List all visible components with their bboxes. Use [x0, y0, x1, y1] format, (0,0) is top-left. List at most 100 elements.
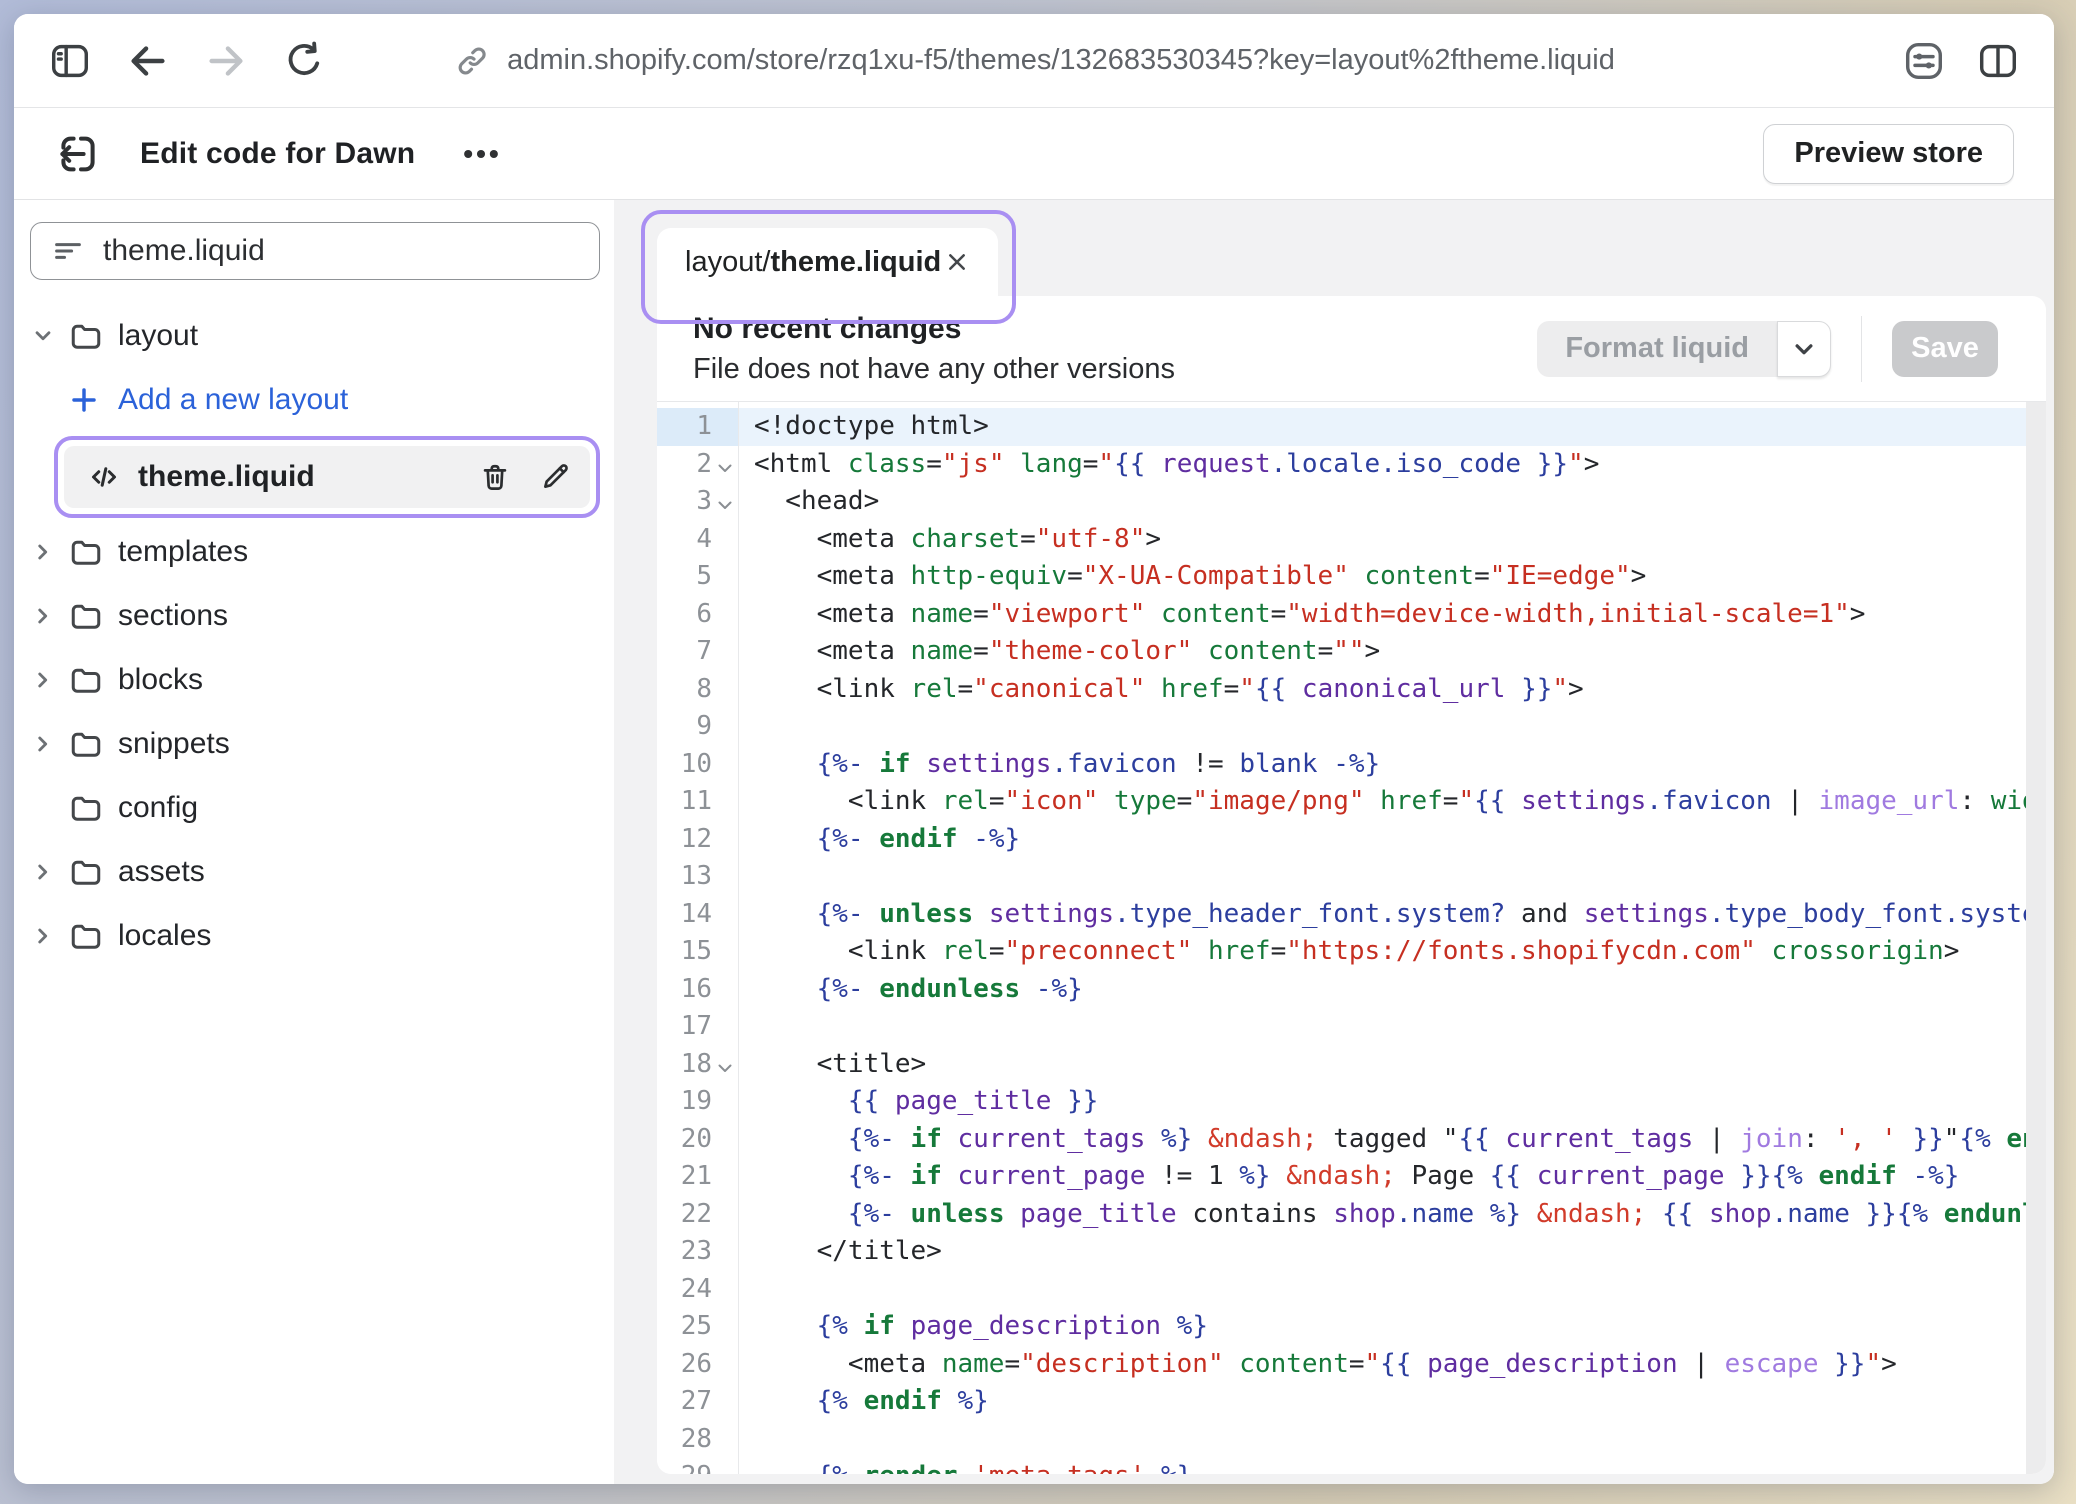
code-line: 23 </title> [657, 1233, 2046, 1271]
tab-path-label: layout/ [685, 246, 770, 279]
format-liquid-button[interactable]: Format liquid [1537, 321, 1777, 377]
editor-card: No recent changes File does not have any… [657, 296, 2046, 1474]
delete-file-icon[interactable] [478, 460, 512, 494]
code-line: 4 <meta charset="utf-8"> [657, 521, 2046, 559]
line-number: 6 [657, 596, 712, 634]
folder-item-layout[interactable]: layout [30, 308, 600, 364]
chevron-right-icon[interactable] [30, 923, 68, 949]
code-text: <meta charset="utf-8"> [738, 521, 2046, 559]
folder-icon [68, 318, 114, 354]
browser-window: admin.shopify.com/store/rzq1xu-f5/themes… [14, 14, 2054, 1484]
fold-chevron-icon[interactable] [712, 446, 738, 484]
format-options-dropdown[interactable] [1777, 321, 1831, 377]
chevron-right-icon[interactable] [30, 731, 68, 757]
code-line: 21 {%- if current_page != 1 %} &ndash; P… [657, 1158, 2046, 1196]
tree-item-label: Add a new layout [118, 383, 348, 417]
folder-item-snippets[interactable]: snippets [30, 716, 600, 772]
code-line: 7 <meta name="theme-color" content=""> [657, 633, 2046, 671]
exit-editor-icon[interactable] [54, 130, 102, 178]
line-number: 21 [657, 1158, 712, 1196]
file-tree: layout Add a new layout theme.liquid templa… [30, 308, 600, 964]
code-text: <html class="js" lang="{{ request.locale… [738, 446, 2046, 484]
tab-strip: layout/theme.liquid [614, 200, 2054, 296]
code-line: 10 {%- if settings.favicon != blank -%} [657, 746, 2046, 784]
forward-button-icon[interactable] [200, 35, 252, 87]
code-line: 14 {%- unless settings.type_header_font.… [657, 896, 2046, 934]
code-line: 8 <link rel="canonical" href="{{ canonic… [657, 671, 2046, 709]
plus-icon [68, 384, 114, 416]
code-line: 28 [657, 1421, 2046, 1459]
line-number: 3 [657, 483, 712, 521]
folder-item-sections[interactable]: sections [30, 588, 600, 644]
browser-settings-icon[interactable] [1898, 35, 1950, 87]
tree-item-label: config [118, 791, 198, 825]
line-number: 22 [657, 1196, 712, 1234]
chevron-down-icon[interactable] [30, 323, 68, 349]
chevron-right-icon[interactable] [30, 667, 68, 693]
code-text: {%- if current_page != 1 %} &ndash; Page… [738, 1158, 2046, 1196]
page-title: Edit code for Dawn [140, 137, 415, 171]
folder-icon [68, 726, 114, 762]
code-file-icon [86, 459, 122, 495]
code-text: <!doctype html> [738, 408, 2046, 446]
sidebar-toggle-icon[interactable] [44, 35, 96, 87]
code-text: </title> [738, 1233, 2046, 1271]
more-options-icon[interactable] [459, 132, 503, 176]
fold-chevron-icon[interactable] [712, 483, 738, 521]
line-number: 8 [657, 671, 712, 709]
file-item-theme.liquid[interactable]: theme.liquid [64, 446, 590, 508]
reload-icon[interactable] [278, 35, 330, 87]
save-button[interactable]: Save [1892, 321, 1998, 377]
code-line: 2 <html class="js" lang="{{ request.local… [657, 446, 2046, 484]
line-number: 13 [657, 858, 712, 896]
code-text: {{ page_title }} [738, 1083, 2046, 1121]
line-number: 14 [657, 896, 712, 934]
tree-item-label: layout [118, 319, 198, 353]
code-text: {% render 'meta-tags' %} [738, 1458, 2046, 1474]
folder-item-config[interactable]: config [30, 780, 600, 836]
code-line: 26 <meta name="description" content="{{ … [657, 1346, 2046, 1384]
chevron-right-icon[interactable] [30, 603, 68, 629]
chevron-right-icon[interactable] [30, 859, 68, 885]
split-view-icon[interactable] [1972, 35, 2024, 87]
tree-item-label: snippets [118, 727, 230, 761]
line-number: 20 [657, 1121, 712, 1159]
code-line: 27 {% endif %} [657, 1383, 2046, 1421]
close-tab-icon[interactable] [941, 246, 973, 278]
file-filter-box[interactable] [30, 222, 600, 280]
chevron-right-icon[interactable] [30, 539, 68, 565]
fold-chevron-icon[interactable] [712, 1046, 738, 1084]
file-item-label: theme.liquid [138, 460, 315, 494]
folder-item-locales[interactable]: locales [30, 908, 600, 964]
line-number: 23 [657, 1233, 712, 1271]
code-text: {%- endif -%} [738, 821, 2046, 859]
code-text [738, 858, 2046, 896]
editor-main: layout/theme.liquid No recent changes [614, 200, 2054, 1484]
code-text: <link rel="preconnect" href="https://fon… [738, 933, 2046, 971]
add-layout-link[interactable]: Add a new layout [30, 372, 600, 428]
back-button-icon[interactable] [122, 35, 174, 87]
line-number: 24 [657, 1271, 712, 1309]
line-number: 29 [657, 1458, 712, 1474]
code-line: 24 [657, 1271, 2046, 1309]
code-text: <head> [738, 483, 2046, 521]
folder-icon [68, 662, 114, 698]
rename-file-icon[interactable] [538, 460, 572, 494]
line-number: 15 [657, 933, 712, 971]
tab-theme-liquid[interactable]: layout/theme.liquid [657, 228, 998, 296]
folder-item-templates[interactable]: templates [30, 524, 600, 580]
preview-store-button[interactable]: Preview store [1763, 124, 2014, 184]
line-number: 1 [657, 408, 712, 446]
line-number: 27 [657, 1383, 712, 1421]
address-bar[interactable]: admin.shopify.com/store/rzq1xu-f5/themes… [453, 42, 1615, 80]
editor-scrollbar-track[interactable] [2026, 402, 2046, 1474]
code-editor[interactable]: 1 <!doctype html> 2 <html class="js" lang="… [657, 402, 2046, 1474]
code-line: 16 {%- endunless -%} [657, 971, 2046, 1009]
browser-chrome: admin.shopify.com/store/rzq1xu-f5/themes… [14, 14, 2054, 108]
line-number: 2 [657, 446, 712, 484]
folder-icon [68, 534, 114, 570]
file-filter-input[interactable] [103, 234, 579, 268]
tree-item-label: locales [118, 919, 211, 953]
folder-item-blocks[interactable]: blocks [30, 652, 600, 708]
folder-item-assets[interactable]: assets [30, 844, 600, 900]
